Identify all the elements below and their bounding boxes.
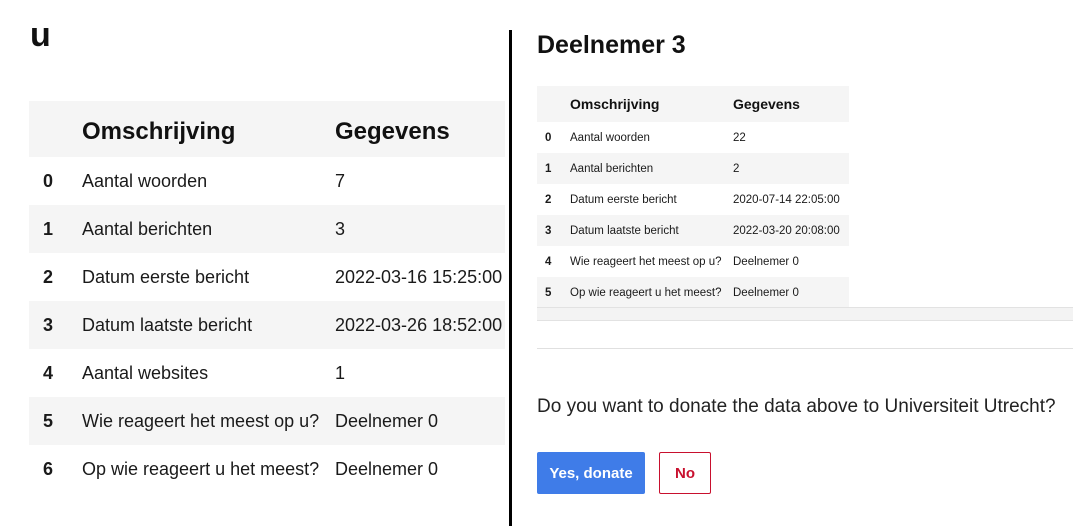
table-row: 4 Wie reageert het meest op u? Deelnemer… bbox=[537, 246, 849, 277]
row-description: Aantal woorden bbox=[570, 131, 650, 144]
table-horizontal-scrollbar[interactable] bbox=[537, 307, 1073, 321]
column-header-index bbox=[29, 101, 82, 157]
row-description: Datum laatste bericht bbox=[82, 314, 253, 335]
donate-question: Do you want to donate the data above to … bbox=[537, 396, 1056, 417]
row-index: 4 bbox=[43, 362, 54, 383]
row-index: 0 bbox=[545, 131, 552, 144]
table-row: 2 Datum eerste bericht 2022-03-16 15:25:… bbox=[29, 253, 505, 301]
section-divider bbox=[537, 348, 1073, 349]
table-row: 0 Aantal woorden 22 bbox=[537, 122, 849, 153]
column-header-value: Gegevens bbox=[733, 96, 800, 112]
left-summary-table: Omschrijving Gegevens 0 Aantal woorden 7… bbox=[29, 101, 505, 493]
row-value: 2022-03-26 18:52:00 bbox=[335, 314, 503, 335]
row-description: Wie reageert het meest op u? bbox=[82, 410, 320, 431]
row-description: Aantal websites bbox=[82, 362, 209, 383]
left-panel: u Omschrijving Gegevens 0 Aantal woorden… bbox=[0, 0, 508, 531]
row-index: 0 bbox=[43, 170, 54, 191]
row-description: Op wie reageert u het meest? bbox=[82, 458, 320, 479]
table-header-row: Omschrijving Gegevens bbox=[537, 86, 849, 122]
table-row: 6 Op wie reageert u het meest? Deelnemer… bbox=[29, 445, 505, 493]
row-value: Deelnemer 0 bbox=[733, 286, 799, 299]
row-value: Deelnemer 0 bbox=[733, 255, 799, 268]
row-index: 2 bbox=[43, 266, 54, 287]
row-value: 2022-03-20 20:08:00 bbox=[733, 224, 840, 237]
table-header-row: Omschrijving Gegevens bbox=[29, 101, 505, 157]
table-row: 4 Aantal websites 1 bbox=[29, 349, 505, 397]
row-description: Datum eerste bericht bbox=[570, 193, 677, 206]
right-summary-table: Omschrijving Gegevens 0 Aantal woorden 2… bbox=[537, 86, 849, 308]
column-header-index bbox=[537, 86, 570, 122]
table-row: 1 Aantal berichten 3 bbox=[29, 205, 505, 253]
no-button[interactable]: No bbox=[659, 452, 711, 494]
right-panel: Deelnemer 3 Omschrijving Gegevens 0 Aant… bbox=[512, 0, 1073, 531]
row-value: 1 bbox=[335, 362, 346, 383]
row-description: Datum eerste bericht bbox=[82, 266, 250, 287]
row-value: 7 bbox=[335, 170, 346, 191]
row-value: 22 bbox=[733, 131, 746, 144]
row-value: 3 bbox=[335, 218, 346, 239]
row-value: Deelnemer 0 bbox=[335, 410, 439, 431]
right-panel-title: Deelnemer 3 bbox=[537, 31, 686, 59]
row-index: 3 bbox=[545, 224, 552, 237]
column-header-description: Omschrijving bbox=[82, 118, 236, 145]
row-description: Aantal woorden bbox=[82, 170, 208, 191]
table-row: 0 Aantal woorden 7 bbox=[29, 157, 505, 205]
row-index: 4 bbox=[545, 255, 552, 268]
table-row: 1 Aantal berichten 2 bbox=[537, 153, 849, 184]
row-description: Op wie reageert u het meest? bbox=[570, 286, 722, 299]
row-index: 1 bbox=[43, 218, 54, 239]
table-row: 2 Datum eerste bericht 2020-07-14 22:05:… bbox=[537, 184, 849, 215]
row-index: 2 bbox=[545, 193, 552, 206]
row-description: Aantal berichten bbox=[570, 162, 654, 175]
row-value: 2 bbox=[733, 162, 740, 175]
row-value: 2022-03-16 15:25:00 bbox=[335, 266, 503, 287]
table-row: 5 Wie reageert het meest op u? Deelnemer… bbox=[29, 397, 505, 445]
table-row: 5 Op wie reageert u het meest? Deelnemer… bbox=[537, 277, 849, 308]
column-header-value: Gegevens bbox=[335, 118, 450, 145]
row-value: 2020-07-14 22:05:00 bbox=[733, 193, 840, 206]
row-value: Deelnemer 0 bbox=[335, 458, 439, 479]
row-index: 1 bbox=[545, 162, 552, 175]
table-row: 3 Datum laatste bericht 2022-03-26 18:52… bbox=[29, 301, 505, 349]
row-index: 5 bbox=[545, 286, 552, 299]
yes-donate-button[interactable]: Yes, donate bbox=[537, 452, 645, 494]
row-index: 5 bbox=[43, 410, 54, 431]
column-header-description: Omschrijving bbox=[570, 96, 660, 112]
row-description: Datum laatste bericht bbox=[570, 224, 679, 237]
left-panel-title: u bbox=[30, 16, 51, 54]
row-description: Wie reageert het meest op u? bbox=[570, 255, 722, 268]
row-index: 3 bbox=[43, 314, 54, 335]
row-index: 6 bbox=[43, 458, 54, 479]
row-description: Aantal berichten bbox=[82, 218, 213, 239]
table-row: 3 Datum laatste bericht 2022-03-20 20:08… bbox=[537, 215, 849, 246]
